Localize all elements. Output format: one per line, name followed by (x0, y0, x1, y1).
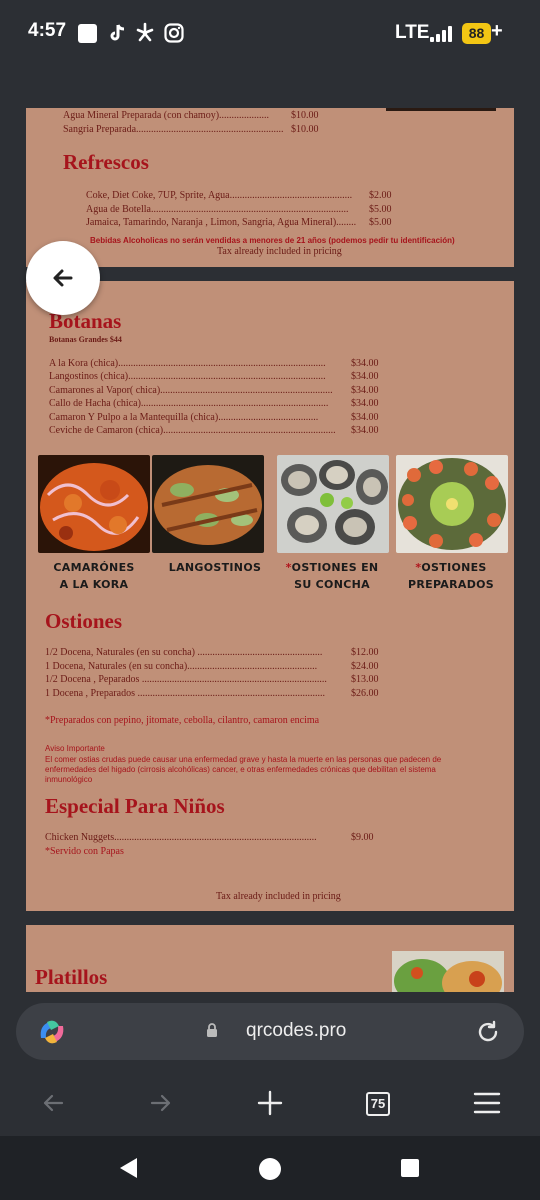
photo-edge (386, 108, 496, 111)
menu-item: Sangria Preparada.......................… (63, 124, 284, 135)
battery-icon: 88 (462, 23, 491, 44)
menu-price: $13.00 (351, 674, 379, 685)
caption-line: LANGOSTINOS (168, 561, 262, 574)
status-time: 4:57 (28, 20, 67, 41)
section-title-ostiones: Ostiones (45, 609, 123, 633)
menu-price: $34.00 (351, 371, 379, 382)
menu-price: $12.00 (351, 647, 379, 658)
botanas-subtitle: Botanas Grandes $44 (49, 335, 122, 344)
lock-icon (207, 1023, 217, 1037)
tax-note: Tax already included in pricing (217, 246, 342, 257)
menu-price: $5.00 (369, 217, 392, 228)
menu-item: 1/2 Docena, Naturales (en su concha) ...… (45, 647, 323, 658)
menu-page-platillos: Platillos (26, 925, 514, 992)
reload-icon[interactable] (475, 1019, 501, 1045)
caption-line: PREPARADOS (408, 578, 494, 591)
yelp-icon (136, 22, 154, 42)
web-page-content[interactable]: Agua Mineral Preparada (con chamoy).....… (0, 68, 540, 992)
menu-price: $34.00 (351, 425, 379, 436)
network-label: LTE (395, 22, 430, 43)
url-bar[interactable]: qrcodes.pro (16, 1003, 524, 1060)
warning-text: El comer ostias crudas puede causar una … (45, 755, 442, 784)
menu-item: Camarones al Vapor( chica)..............… (49, 385, 333, 396)
tab-count-button[interactable]: 75 (366, 1092, 390, 1116)
ostiones-concha-photo (277, 455, 389, 553)
camarones-photo (38, 455, 150, 553)
menu-price: $9.00 (351, 832, 374, 843)
menu-page-botanas: Botanas Botanas Grandes $44 A la Kora (c… (26, 281, 514, 911)
warning-title: Aviso Importante (45, 744, 105, 753)
menu-item: Camaron Y Pulpo a la Mantequilla (chica)… (49, 412, 319, 423)
system-home-icon[interactable] (258, 1157, 282, 1181)
menu-price: $10.00 (291, 124, 319, 135)
section-title-platillos: Platillos (35, 965, 108, 989)
menu-item: Agua de Botella.........................… (86, 204, 349, 215)
caption-line: A LA KORA (59, 578, 129, 591)
back-floating-button[interactable] (26, 241, 100, 315)
ostiones-preparados-photo (396, 455, 508, 553)
menu-item: Agua Mineral Preparada (con chamoy).....… (63, 110, 270, 121)
browser-nav-bar: 75 (0, 1072, 540, 1136)
back-arrow-icon[interactable] (40, 1090, 66, 1116)
menu-item: Callo de Hacha (chica)..................… (49, 398, 329, 409)
system-recents-icon[interactable] (400, 1158, 420, 1178)
url-text[interactable]: qrcodes.pro (246, 1020, 346, 1042)
status-bar: 4:57 LTE 88 + (0, 0, 540, 68)
tax-note: Tax already included in pricing (216, 891, 341, 902)
menu-item: 1/2 Docena , Peparados .................… (45, 674, 327, 685)
caption-line: OSTIONES (421, 561, 487, 574)
photo-caption: LANGOSTINOS (155, 559, 275, 576)
forward-arrow-icon[interactable] (148, 1090, 174, 1116)
section-title-refrescos: Refrescos (63, 150, 149, 174)
langostinos-photo (152, 455, 264, 553)
menu-item: A la Kora (chica).......................… (49, 358, 326, 369)
menu-item: Langostinos (chica).....................… (49, 371, 326, 382)
menu-price: $2.00 (369, 190, 392, 201)
caption-line: SU CONCHA (294, 578, 370, 591)
photo-caption: *OSTIONES EN SU CONCHA (272, 559, 392, 593)
menu-icon[interactable] (473, 1091, 501, 1115)
signal-icon (430, 26, 454, 42)
arrow-left-icon (53, 269, 73, 287)
menu-item: 1 Docena, Naturales (en su concha)......… (45, 661, 318, 672)
caption-line: CAMARÓNES (53, 561, 135, 574)
menu-price: $24.00 (351, 661, 379, 672)
system-back-icon[interactable] (117, 1156, 141, 1180)
menu-item: Coke, Diet Coke, 7UP, Sprite, Agua......… (86, 190, 353, 201)
alcohol-note: Bebidas Alcoholicas no serán vendidas a … (90, 236, 455, 245)
new-tab-icon[interactable] (257, 1090, 283, 1116)
caption-line: OSTIONES EN (291, 561, 379, 574)
square-app-icon (78, 24, 97, 43)
system-nav-bar (0, 1136, 540, 1200)
menu-price: $34.00 (351, 358, 379, 369)
platillos-photo (392, 951, 504, 992)
preparados-note: *Preparados con pepino, jitomate, ceboll… (45, 715, 320, 726)
menu-price: $34.00 (351, 385, 379, 396)
menu-item: Jamaica, Tamarindo, Naranja , Limon, San… (86, 217, 357, 228)
section-title-ninos: Especial Para Niños (45, 794, 225, 818)
menu-price: $10.00 (291, 110, 319, 121)
photo-caption: *OSTIONES PREPARADOS (391, 559, 511, 593)
menu-page-drinks: Agua Mineral Preparada (con chamoy).....… (26, 108, 514, 267)
menu-price: $34.00 (351, 398, 379, 409)
battery-plus: + (491, 20, 503, 42)
menu-item: Chicken Nuggets.........................… (45, 832, 317, 843)
copilot-icon[interactable] (37, 1018, 67, 1046)
menu-item: 1 Docena , Preparados ..................… (45, 688, 325, 699)
ninos-note: *Servido con Papas (45, 846, 124, 857)
menu-price: $26.00 (351, 688, 379, 699)
tiktok-icon (110, 24, 125, 41)
menu-price: $5.00 (369, 204, 392, 215)
menu-item: Ceviche de Camaron (chica)..............… (49, 425, 336, 436)
menu-price: $34.00 (351, 412, 379, 423)
photo-caption: CAMARÓNES A LA KORA (34, 559, 154, 593)
instagram-icon (164, 23, 184, 43)
